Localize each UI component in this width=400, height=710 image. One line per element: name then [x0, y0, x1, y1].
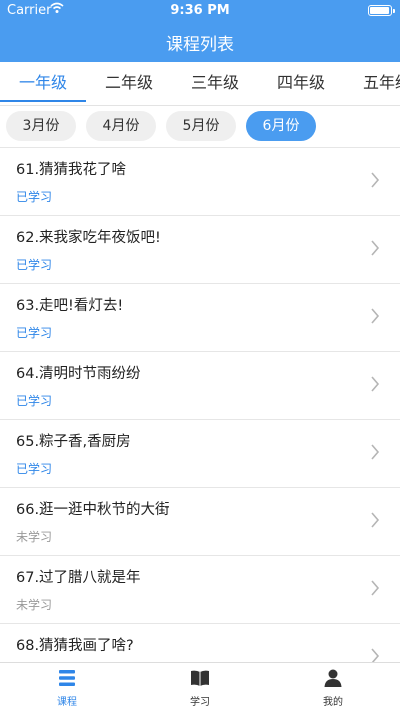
tab-label: 学习 — [190, 697, 210, 708]
header-bar: Carrier 9:36 PM 课程列表 — [0, 0, 400, 62]
lesson-row[interactable]: 66.逛一逛中秋节的大街 未学习 — [0, 488, 400, 556]
grade-tab-4[interactable]: 四年级 — [258, 62, 344, 105]
lesson-row[interactable]: 67.过了腊八就是年 未学习 — [0, 556, 400, 624]
chevron-right-icon — [371, 376, 380, 392]
lesson-row[interactable]: 62.来我家吃年夜饭吧! 已学习 — [0, 216, 400, 284]
grade-tab-2[interactable]: 二年级 — [86, 62, 172, 105]
lesson-title: 65.粽子香,香厨房 — [16, 434, 131, 450]
lesson-status: 已学习 — [16, 326, 53, 340]
tab-2[interactable]: 学习 — [133, 663, 267, 710]
chevron-right-icon — [371, 512, 380, 528]
tab-1[interactable]: 课程 — [0, 663, 134, 710]
lesson-title: 63.走吧!看灯去! — [16, 298, 124, 314]
chevron-right-icon — [371, 444, 380, 460]
lesson-row[interactable]: 64.清明时节雨纷纷 已学习 — [0, 352, 400, 420]
chevron-right-icon — [371, 580, 380, 596]
lesson-title: 64.清明时节雨纷纷 — [16, 366, 141, 382]
lesson-status: 已学习 — [16, 394, 53, 408]
grade-tab-3[interactable]: 三年级 — [172, 62, 258, 105]
month-chip-3[interactable]: 5月份 — [166, 111, 236, 141]
lesson-row[interactable]: 61.猜猜我花了啥 已学习 — [0, 148, 400, 216]
lesson-status: 未学习 — [16, 530, 53, 544]
chevron-right-icon — [371, 648, 380, 662]
lesson-status: 已学习 — [16, 190, 53, 204]
lesson-title: 68.猜猜我画了啥? — [16, 638, 134, 654]
chevron-right-icon — [371, 240, 380, 256]
grade-tab-underline — [0, 100, 86, 102]
month-chip-1[interactable]: 3月份 — [6, 111, 76, 141]
tab-label: 我的 — [323, 697, 343, 708]
book-icon — [191, 670, 209, 686]
lesson-title: 66.逛一逛中秋节的大街 — [16, 502, 170, 518]
month-filter: 3月份 4月份 5月份 6月份 — [0, 106, 400, 148]
battery-fill — [370, 7, 389, 14]
status-bar: Carrier 9:36 PM — [0, 0, 400, 22]
lesson-row[interactable]: 63.走吧!看灯去! 已学习 — [0, 284, 400, 352]
tab-3[interactable]: 我的 — [266, 663, 400, 710]
lesson-row[interactable]: 65.粽子香,香厨房 已学习 — [0, 420, 400, 488]
battery-icon — [368, 5, 395, 16]
lesson-status: 已学习 — [16, 462, 53, 476]
page-title: 课程列表 — [166, 35, 234, 55]
lesson-status: 已学习 — [16, 258, 53, 272]
chevron-right-icon — [371, 308, 380, 324]
person-icon — [324, 669, 342, 687]
lesson-title: 67.过了腊八就是年 — [16, 570, 141, 586]
chevron-right-icon — [371, 172, 380, 188]
lesson-row[interactable]: 68.猜猜我画了啥? — [0, 624, 400, 662]
tab-label: 课程 — [57, 697, 77, 708]
lesson-list: 61.猜猜我花了啥 已学习 62.来我家吃年夜饭吧! 已学习 63.走吧!看灯去! 已学习… — [0, 148, 400, 662]
bottom-tab-bar: 课程 学习 我的 — [0, 662, 400, 710]
lesson-status: 未学习 — [16, 598, 53, 612]
status-time: 9:36 PM — [170, 3, 230, 18]
month-chip-4[interactable]: 6月份 — [246, 111, 316, 141]
lesson-title: 62.来我家吃年夜饭吧! — [16, 230, 161, 246]
grade-tab-5[interactable]: 五年级 — [344, 62, 400, 105]
month-chip-2[interactable]: 4月份 — [86, 111, 156, 141]
list-icon — [59, 670, 75, 686]
lesson-title: 61.猜猜我花了啥 — [16, 162, 127, 178]
